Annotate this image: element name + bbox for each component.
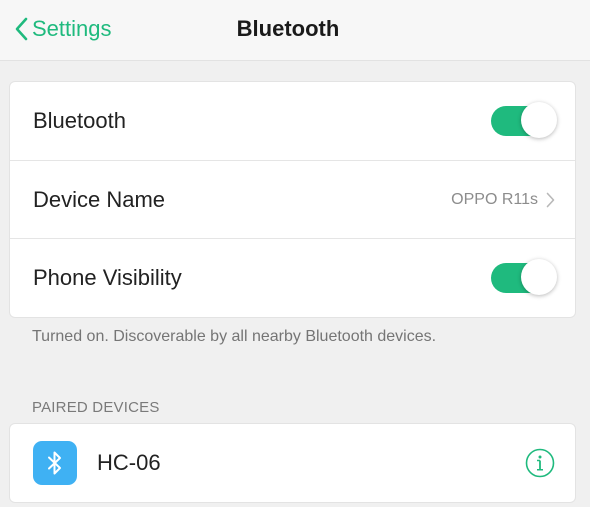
phone-visibility-label: Phone Visibility — [33, 264, 182, 290]
visibility-description: Turned on. Discoverable by all nearby Bl… — [32, 328, 437, 345]
phone-visibility-toggle[interactable] — [491, 258, 557, 295]
device-name: HC-06 — [97, 450, 161, 475]
device-name-value-group: OPPO R11s — [451, 191, 555, 209]
paired-devices-header: PAIRED DEVICES — [32, 399, 160, 416]
device-name-row[interactable]: Device Name OPPO R11s — [10, 160, 575, 238]
device-name-label: Device Name — [33, 186, 166, 212]
bluetooth-toggle[interactable] — [491, 102, 557, 138]
page-title: Bluetooth — [236, 16, 340, 41]
bluetooth-icon — [33, 441, 77, 485]
bluetooth-label: Bluetooth — [33, 108, 126, 133]
bluetooth-settings-group: Bluetooth Device Name OPPO R11s Phone Vi… — [9, 81, 576, 318]
toggle-knob — [521, 258, 557, 295]
paired-devices-group: HC-06 — [9, 423, 576, 503]
chevron-right-icon — [546, 192, 555, 207]
navigation-bar: Settings Bluetooth — [0, 0, 590, 61]
paired-device-row[interactable]: HC-06 — [10, 424, 575, 502]
info-icon[interactable] — [525, 448, 555, 478]
phone-visibility-row: Phone Visibility — [10, 238, 575, 316]
device-name-value: OPPO R11s — [451, 190, 538, 208]
toggle-knob — [521, 102, 557, 138]
bluetooth-row: Bluetooth — [10, 82, 575, 160]
